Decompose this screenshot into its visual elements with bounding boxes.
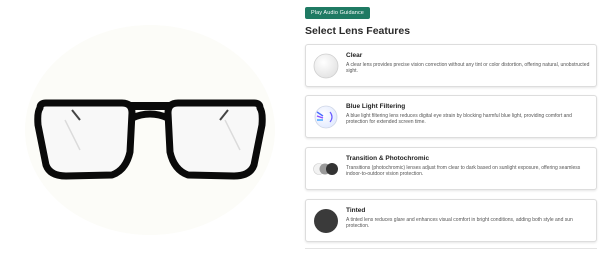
section-title: Select Lens Features <box>305 25 411 37</box>
tinted-lens-icon <box>314 209 338 233</box>
lens-option-description: A blue light filtering lens reduces digi… <box>346 113 572 126</box>
lens-option-photochromic[interactable]: Transition & Photochromic Transitions (p… <box>305 147 597 190</box>
lens-option-title: Tinted <box>346 207 366 214</box>
lens-selection-panel: Play Audio Guidance Select Lens Features… <box>300 0 600 255</box>
lens-option-description: A clear lens provides precise vision cor… <box>346 62 590 75</box>
lens-option-title: Blue Light Filtering <box>346 103 406 110</box>
lens-option-tinted[interactable]: Tinted A tinted lens reduces glare and e… <box>305 199 597 242</box>
clear-lens-icon <box>313 53 339 79</box>
eyeglasses-image <box>25 25 275 235</box>
product-preview <box>0 0 300 255</box>
blue-light-lens-icon <box>314 105 338 129</box>
lens-option-title: Transition & Photochromic <box>346 155 430 162</box>
photochromic-lens-icon <box>313 163 338 175</box>
lens-option-description: Transitions (photochromic) lenses adjust… <box>346 165 581 178</box>
play-audio-guidance-button[interactable]: Play Audio Guidance <box>305 7 370 19</box>
lens-option-description: A tinted lens reduces glare and enhances… <box>346 217 573 230</box>
lens-option-title: Clear <box>346 52 363 59</box>
lens-option-clear[interactable]: Clear A clear lens provides precise visi… <box>305 44 597 87</box>
lens-option-blue-light[interactable]: Blue Light Filtering A blue light filter… <box>305 95 597 138</box>
next-card-edge <box>305 248 597 259</box>
